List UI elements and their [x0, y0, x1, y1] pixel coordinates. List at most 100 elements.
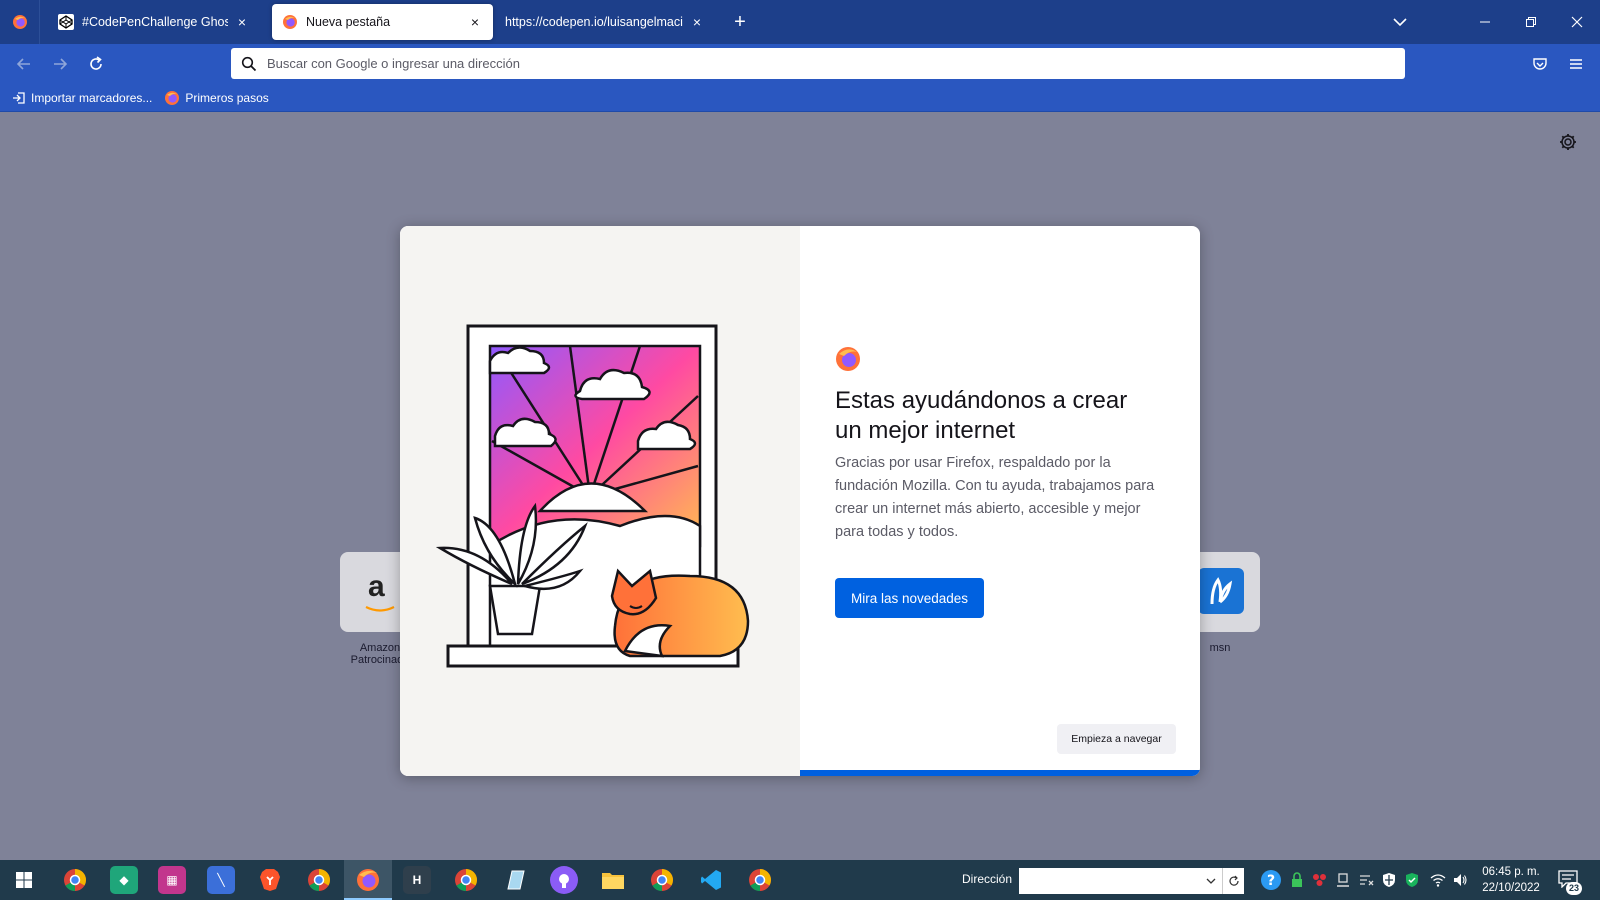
app-shield-icon: ◆ — [119, 873, 129, 887]
address-toolbar-label: Dirección — [962, 872, 1013, 886]
firefox-logo-icon — [836, 347, 860, 371]
firefox-icon — [357, 869, 379, 891]
msn-logo-icon — [1198, 568, 1244, 614]
github-icon — [559, 874, 569, 888]
app-grid-icon: ▦ — [166, 873, 178, 887]
tab-codepen-profile[interactable]: https://codepen.io/luisangelmaciel × — [495, 4, 715, 40]
help-icon[interactable]: ? — [1260, 869, 1282, 891]
windows-start-button[interactable] — [10, 866, 38, 894]
address-toolbar[interactable] — [1019, 868, 1244, 894]
tab-strip: #CodePenChallenge Ghosts 👻 × Nueva pesta… — [0, 0, 1600, 44]
close-tab-icon[interactable]: × — [689, 14, 705, 30]
close-window-button[interactable] — [1554, 0, 1600, 44]
firefox-view-button[interactable] — [0, 0, 40, 44]
folder-icon — [602, 873, 624, 889]
windows-security-icon[interactable] — [1381, 872, 1397, 888]
import-icon — [13, 91, 25, 104]
onboarding-title: Estas ayudándonos a crear un mejor inter… — [835, 387, 1128, 444]
tab-label: https://codepen.io/luisangelmaciel — [505, 15, 683, 29]
amazon-logo-icon: a — [368, 570, 385, 603]
close-icon — [1571, 16, 1583, 28]
svg-text:?: ? — [1267, 873, 1275, 889]
taskbar-brave[interactable] — [256, 866, 284, 894]
chrome-icon — [308, 869, 330, 891]
app-menu-button[interactable] — [1564, 52, 1588, 76]
firefox-icon — [165, 90, 180, 105]
close-tab-icon[interactable]: × — [467, 14, 483, 30]
clock-time: 06:45 p. m. — [1482, 866, 1540, 878]
start-browsing-button[interactable]: Empieza a navegar — [1057, 724, 1176, 754]
bookmark-label: Primeros pasos — [185, 90, 269, 105]
forward-button[interactable] — [48, 52, 72, 76]
illustration-panel — [400, 226, 800, 776]
reload-icon — [90, 56, 102, 70]
onboarding-description: Gracias por usar Firefox, respaldado por… — [835, 455, 1155, 540]
url-bar[interactable] — [231, 48, 1405, 79]
search-icon — [241, 56, 257, 71]
progress-fill — [800, 770, 1200, 776]
close-tab-icon[interactable]: × — [234, 14, 250, 30]
taskbar-app-green[interactable]: ◆ — [110, 866, 138, 894]
gear-icon[interactable] — [1558, 132, 1578, 152]
lock-icon[interactable] — [1289, 872, 1305, 888]
cluster-icon[interactable] — [1312, 872, 1328, 888]
taskbar-app-notes[interactable] — [501, 866, 529, 894]
wifi-icon[interactable] — [1430, 872, 1446, 888]
shield-check-icon[interactable] — [1404, 872, 1420, 888]
tab-nueva-pestana[interactable]: Nueva pestaña × — [272, 4, 493, 40]
address-toolbar-input[interactable] — [1019, 869, 1204, 893]
taskbar-app-pink[interactable]: ▦ — [158, 866, 186, 894]
hamburger-menu-icon — [1570, 59, 1582, 69]
bookmark-primeros-pasos[interactable]: Primeros pasos — [164, 90, 269, 106]
tab-codepen-challenge[interactable]: #CodePenChallenge Ghosts 👻 × — [48, 4, 260, 40]
back-button[interactable] — [12, 52, 36, 76]
taskbar-app-h[interactable]: H — [403, 866, 431, 894]
taskbar-firefox[interactable] — [354, 866, 382, 894]
taskbar-app-blue[interactable]: ╲ — [207, 866, 235, 894]
chevron-down-icon[interactable] — [1390, 12, 1410, 32]
clock-date: 22/10/2022 — [1482, 882, 1540, 894]
minimize-icon — [1480, 21, 1490, 23]
chevron-down-icon[interactable] — [1204, 874, 1218, 888]
windows-logo-icon — [16, 872, 32, 888]
device-icon[interactable] — [1335, 872, 1351, 888]
onboarding-progress — [800, 770, 1200, 776]
see-whats-new-button[interactable]: Mira las novedades — [835, 578, 984, 618]
new-tab-button[interactable]: + — [728, 10, 752, 34]
taskbar-chrome[interactable] — [305, 866, 333, 894]
taskbar: ◆ ▦ ╲ H Dirección ? 06:45 p. m. 22/10/20… — [0, 860, 1600, 900]
firefox-icon — [283, 15, 297, 29]
system-clock[interactable]: 06:45 p. m. 22/10/2022 — [1476, 864, 1546, 896]
tab-label: Nueva pestaña — [306, 15, 391, 29]
reload-button[interactable] — [84, 52, 108, 76]
tab-label: #CodePenChallenge Ghosts 👻 — [82, 14, 228, 29]
codepen-icon — [58, 14, 74, 30]
pocket-icon — [1533, 58, 1547, 70]
taskbar-vscode[interactable] — [697, 866, 725, 894]
url-input[interactable] — [267, 56, 1405, 71]
bookmarks-toolbar: Importar marcadores... Primeros pasos — [0, 84, 1600, 112]
taskbar-file-explorer[interactable] — [599, 866, 627, 894]
bookmark-label: Importar marcadores... — [31, 90, 153, 105]
onboarding-dialog: Estas ayudándonos a crear un mejor inter… — [400, 226, 1200, 776]
back-arrow-icon — [16, 58, 30, 70]
window-fox-illustration — [435, 324, 750, 668]
taskbar-chrome-profile-1[interactable] — [61, 866, 89, 894]
notification-count-badge: 23 — [1566, 882, 1582, 895]
taskbar-chrome-profile-2[interactable] — [452, 866, 480, 894]
onboarding-content: Estas ayudándonos a crear un mejor inter… — [800, 226, 1200, 776]
chrome-icon — [651, 869, 673, 891]
chrome-icon — [749, 869, 771, 891]
restore-button[interactable] — [1508, 0, 1554, 44]
volume-icon[interactable] — [1452, 872, 1468, 888]
taskbar-github[interactable] — [550, 866, 578, 894]
refresh-icon — [1228, 875, 1239, 886]
input-indicator-icon[interactable] — [1358, 872, 1374, 888]
address-go-button[interactable] — [1222, 868, 1244, 894]
minimize-button[interactable] — [1462, 0, 1508, 44]
taskbar-chrome-profile-4[interactable] — [746, 866, 774, 894]
vscode-icon — [701, 870, 721, 890]
bookmark-import[interactable]: Importar marcadores... — [12, 91, 152, 105]
pocket-button[interactable] — [1528, 52, 1552, 76]
taskbar-chrome-profile-3[interactable] — [648, 866, 676, 894]
